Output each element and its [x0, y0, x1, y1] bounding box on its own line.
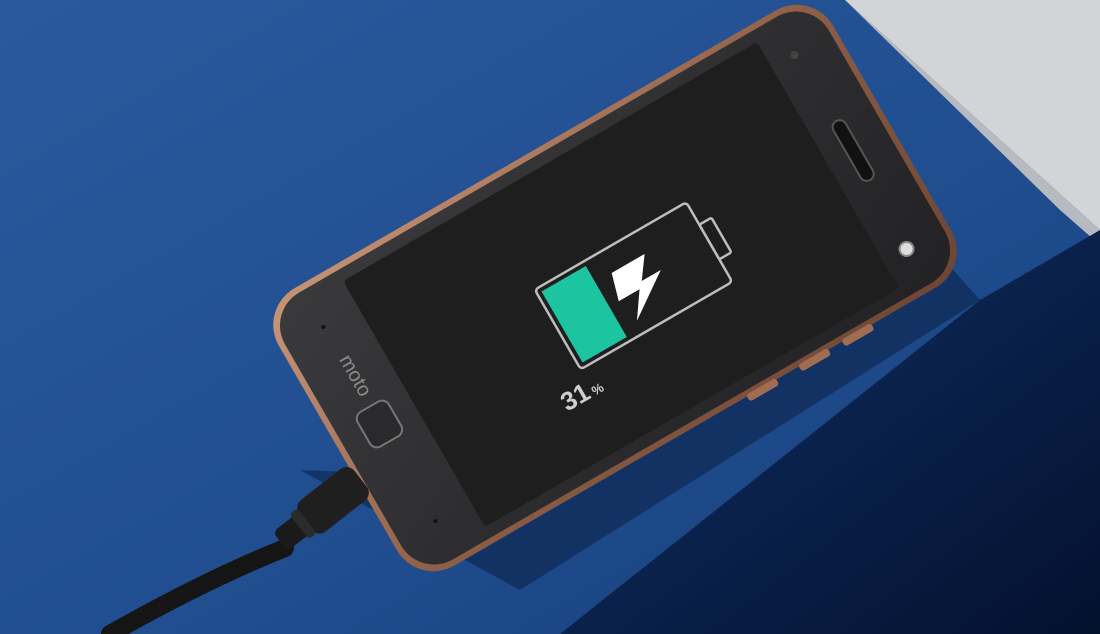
product-photo-scene: moto 31 %	[0, 0, 1100, 634]
